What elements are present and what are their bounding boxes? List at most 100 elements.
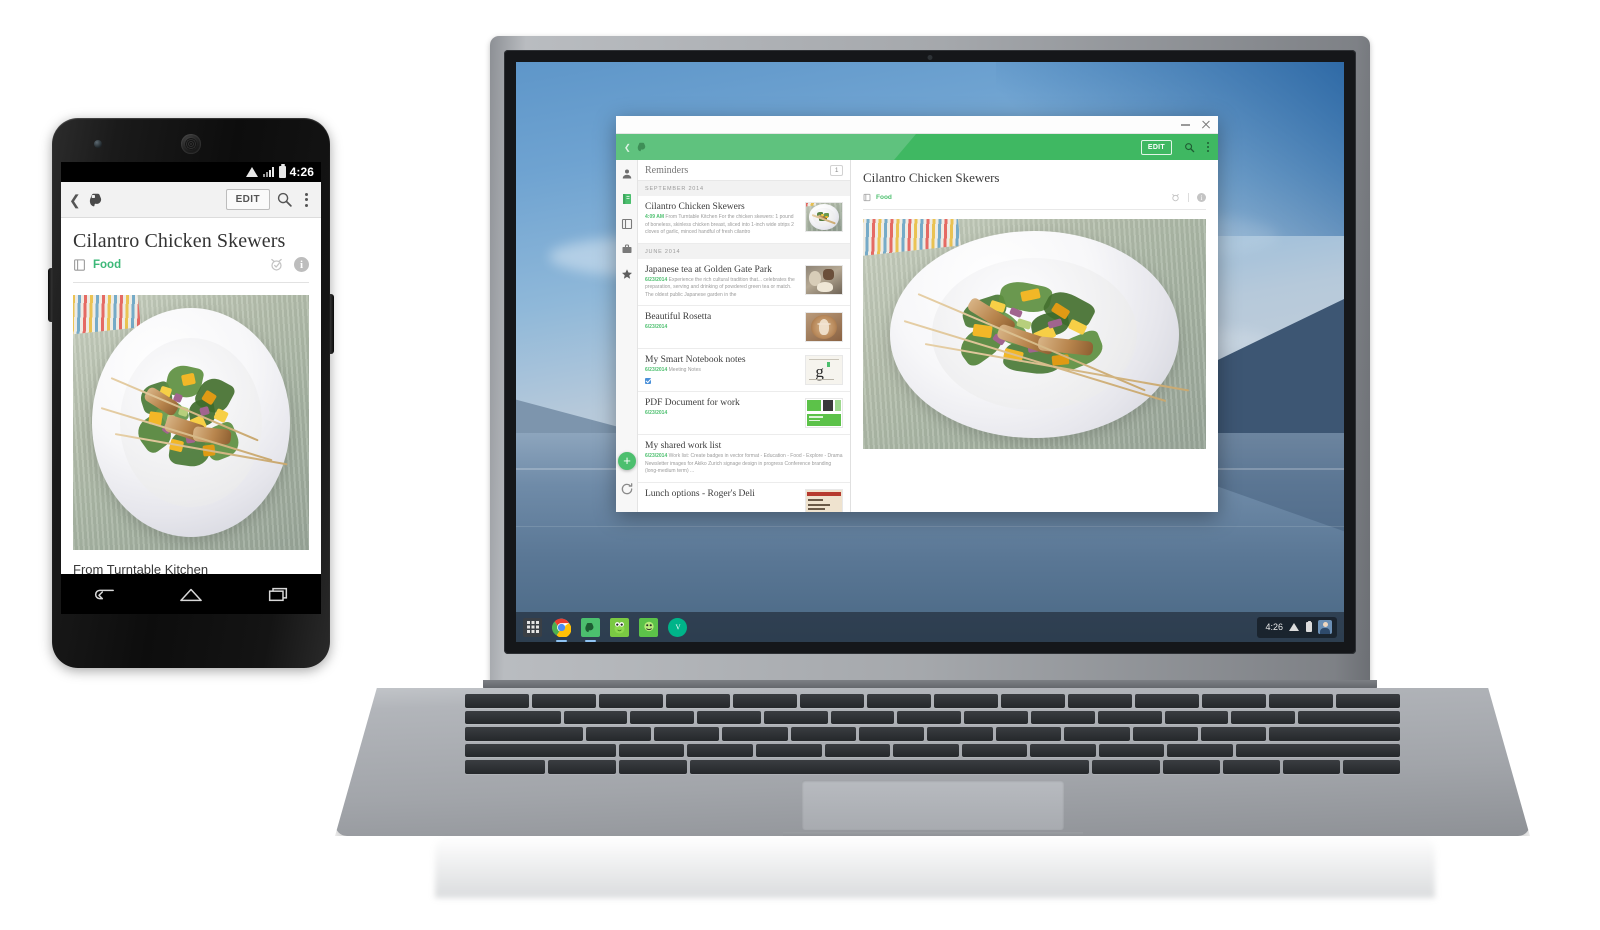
key[interactable]	[733, 694, 797, 708]
chevron-left-icon[interactable]: ❮	[624, 143, 631, 152]
list-item[interactable]: My shared work list 6/23/2014 Work list:…	[638, 435, 850, 483]
key[interactable]	[465, 694, 529, 708]
key[interactable]	[585, 727, 652, 741]
key[interactable]	[830, 710, 895, 725]
key[interactable]	[1068, 694, 1132, 708]
green-app-icon[interactable]	[639, 617, 658, 637]
notebook-icon[interactable]	[863, 193, 871, 202]
key[interactable]	[1269, 694, 1333, 708]
close-icon[interactable]	[1201, 120, 1211, 130]
list-item[interactable]: PDF Document for work 6/23/2014	[638, 392, 850, 435]
list-item[interactable]: Lunch options - Roger's Deli	[638, 482, 850, 512]
chrome-icon[interactable]	[552, 618, 571, 642]
key[interactable]	[1001, 694, 1065, 708]
info-icon[interactable]: i	[294, 257, 309, 272]
key[interactable]	[824, 743, 891, 758]
account-icon[interactable]	[621, 168, 633, 180]
launcher-icon[interactable]	[523, 617, 542, 637]
key[interactable]	[755, 743, 822, 758]
key[interactable]	[1163, 760, 1221, 774]
sync-icon[interactable]	[620, 482, 634, 496]
key[interactable]	[897, 710, 962, 725]
battery-icon[interactable]	[1306, 620, 1312, 632]
alarm-clock-icon[interactable]	[269, 257, 284, 272]
key[interactable]	[465, 743, 616, 758]
key[interactable]	[1202, 694, 1266, 708]
key[interactable]	[722, 727, 788, 741]
evernote-window[interactable]: ❮ EDIT + Reminders 1 SEPTEMBER 2014 Cila…	[616, 116, 1218, 512]
key[interactable]	[893, 743, 959, 758]
new-note-fab[interactable]: +	[618, 452, 636, 470]
window-title-bar[interactable]	[616, 116, 1218, 134]
notebook-name[interactable]: Food	[876, 194, 892, 201]
avatar[interactable]	[1318, 620, 1332, 634]
key[interactable]	[1200, 727, 1267, 741]
edit-button[interactable]: EDIT	[1140, 139, 1172, 155]
key[interactable]	[800, 694, 864, 708]
key[interactable]	[790, 727, 857, 741]
alarm-clock-icon[interactable]	[1171, 193, 1180, 202]
key[interactable]	[867, 694, 931, 708]
key[interactable]	[687, 743, 753, 758]
key[interactable]	[1164, 710, 1229, 725]
key[interactable]	[666, 694, 730, 708]
key[interactable]	[1132, 727, 1198, 741]
notebook-icon[interactable]	[73, 258, 86, 272]
search-icon[interactable]	[276, 191, 293, 208]
key[interactable]	[1298, 710, 1401, 725]
notebook-name[interactable]: Food	[93, 259, 121, 271]
key[interactable]	[1167, 743, 1234, 758]
key[interactable]	[1283, 760, 1341, 774]
key[interactable]	[1223, 760, 1281, 774]
key[interactable]	[618, 743, 685, 758]
key[interactable]	[619, 760, 688, 774]
list-item[interactable]: Beautiful Rosetta 6/23/2014	[638, 306, 850, 349]
info-icon[interactable]: i	[1197, 193, 1206, 202]
kebab-menu-icon[interactable]	[299, 192, 313, 207]
system-tray[interactable]: 4:26	[1257, 616, 1337, 638]
evernote-icon[interactable]	[581, 617, 600, 642]
checkbox-icon[interactable]	[645, 377, 651, 384]
key[interactable]	[465, 710, 561, 725]
evernote-logo[interactable]	[636, 141, 649, 153]
key[interactable]	[1031, 710, 1095, 725]
key[interactable]	[599, 694, 663, 708]
key[interactable]	[697, 710, 761, 725]
key[interactable]	[1030, 743, 1096, 758]
business-icon[interactable]	[621, 243, 633, 255]
key[interactable]	[1231, 710, 1296, 725]
key[interactable]	[934, 694, 998, 708]
key[interactable]	[532, 694, 596, 708]
kebab-menu-icon[interactable]	[1207, 142, 1209, 152]
evernote-logo[interactable]	[87, 191, 107, 209]
key[interactable]	[654, 727, 720, 741]
minimize-icon[interactable]	[1181, 123, 1190, 126]
key[interactable]	[1269, 727, 1400, 741]
wifi-icon[interactable]	[1289, 623, 1300, 631]
key[interactable]	[465, 727, 583, 741]
notes-icon[interactable]	[621, 193, 633, 205]
key[interactable]	[927, 727, 993, 741]
key[interactable]	[859, 727, 925, 741]
key[interactable]	[547, 760, 617, 774]
key[interactable]	[964, 710, 1028, 725]
notebooks-icon[interactable]	[621, 218, 633, 230]
key[interactable]	[1135, 694, 1199, 708]
trackpad[interactable]	[801, 780, 1064, 830]
key[interactable]	[1091, 760, 1161, 774]
home-icon[interactable]	[179, 587, 203, 602]
vine-icon[interactable]: V	[668, 617, 687, 637]
key[interactable]	[1236, 743, 1400, 758]
key[interactable]	[763, 710, 828, 725]
duolingo-icon[interactable]	[610, 617, 629, 637]
list-item[interactable]: Cilantro Chicken Skewers 4:09 AM From Tu…	[638, 196, 850, 244]
list-item[interactable]: Japanese tea at Golden Gate Park 6/23/20…	[638, 258, 850, 306]
key[interactable]	[961, 743, 1028, 758]
space-key[interactable]	[690, 760, 1089, 774]
key[interactable]	[465, 760, 545, 774]
back-icon[interactable]	[93, 587, 115, 602]
key[interactable]	[995, 727, 1062, 741]
recents-icon[interactable]	[267, 587, 289, 602]
shortcuts-icon[interactable]	[621, 268, 633, 280]
search-icon[interactable]	[1184, 142, 1195, 153]
